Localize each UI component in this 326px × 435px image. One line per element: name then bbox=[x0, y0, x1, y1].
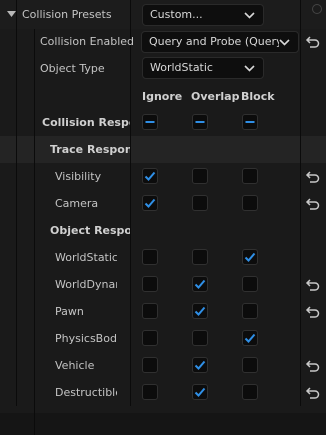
indent-line-2 bbox=[34, 29, 35, 435]
object-response-block-checkbox[interactable] bbox=[242, 249, 258, 265]
object-response-block-checkbox[interactable] bbox=[242, 303, 258, 319]
reset-to-default-icon[interactable] bbox=[305, 385, 321, 401]
object-response-ignore-checkbox[interactable] bbox=[142, 249, 158, 265]
column-separator bbox=[130, 0, 131, 406]
chevron-down-icon bbox=[244, 65, 255, 72]
reset-to-default-icon[interactable] bbox=[305, 277, 321, 293]
object-response-row-label: WorldStatic bbox=[55, 251, 117, 264]
object-response-block-checkbox[interactable] bbox=[242, 276, 258, 292]
object-responses-label: Object Respo bbox=[50, 224, 130, 237]
collision-presets-value: Custom... bbox=[150, 8, 203, 21]
object-response-row-label: Destructible bbox=[55, 386, 117, 399]
collision-presets-dropdown[interactable]: Custom... bbox=[142, 4, 264, 26]
collision-responses-label: Collision Respons bbox=[42, 116, 130, 129]
trace-response-row-label: Camera bbox=[55, 197, 99, 210]
overlap-column-header: Overlap bbox=[191, 90, 240, 103]
collision-responses-ignore-checkbox[interactable] bbox=[142, 114, 158, 130]
object-response-row-label: WorldDynan bbox=[55, 278, 117, 291]
object-response-overlap-checkbox[interactable] bbox=[192, 384, 208, 400]
ignore-column-header: Ignore bbox=[142, 90, 183, 103]
trace-response-overlap-checkbox[interactable] bbox=[192, 168, 208, 184]
indent-line-1 bbox=[16, 0, 17, 406]
object-response-row-label: PhysicsBod bbox=[55, 332, 117, 345]
chevron-down-icon bbox=[244, 12, 255, 19]
trace-response-block-checkbox[interactable] bbox=[242, 195, 258, 211]
object-response-overlap-checkbox[interactable] bbox=[192, 249, 208, 265]
trace-response-block-checkbox[interactable] bbox=[242, 168, 258, 184]
trace-response-ignore-checkbox[interactable] bbox=[142, 168, 158, 184]
object-response-ignore-checkbox[interactable] bbox=[142, 384, 158, 400]
object-response-ignore-checkbox[interactable] bbox=[142, 303, 158, 319]
collision-enabled-label: Collision Enabled bbox=[40, 35, 135, 48]
trace-responses-header-row bbox=[0, 136, 326, 163]
collision-enabled-dropdown[interactable]: Query and Probe (Query bbox=[141, 31, 299, 53]
collision-presets-label: Collision Presets bbox=[22, 8, 112, 21]
object-type-dropdown[interactable]: WorldStatic bbox=[142, 57, 264, 79]
reset-to-default-icon[interactable] bbox=[305, 358, 321, 374]
object-response-ignore-checkbox[interactable] bbox=[142, 276, 158, 292]
reset-to-default-icon[interactable] bbox=[305, 34, 321, 50]
object-response-ignore-checkbox[interactable] bbox=[142, 330, 158, 346]
reset-indicator-icon[interactable] bbox=[312, 4, 322, 14]
object-response-overlap-checkbox[interactable] bbox=[192, 357, 208, 373]
trace-response-ignore-checkbox[interactable] bbox=[142, 195, 158, 211]
collision-responses-block-checkbox[interactable] bbox=[242, 114, 258, 130]
collision-panel: Collision Presets Custom... Collision En… bbox=[0, 0, 326, 435]
trace-responses-label: Trace Respon bbox=[50, 143, 130, 156]
trace-response-row-label: Visibility bbox=[55, 170, 102, 183]
chevron-down-icon bbox=[279, 32, 290, 52]
collapse-arrow-icon[interactable] bbox=[7, 11, 16, 18]
object-type-label: Object Type bbox=[40, 62, 105, 75]
reset-to-default-icon[interactable] bbox=[305, 196, 321, 212]
reset-column-separator bbox=[300, 0, 301, 406]
collision-responses-overlap-checkbox[interactable] bbox=[192, 114, 208, 130]
object-response-ignore-checkbox[interactable] bbox=[142, 357, 158, 373]
object-response-row-label: Pawn bbox=[55, 305, 84, 318]
object-response-overlap-checkbox[interactable] bbox=[192, 276, 208, 292]
object-type-value: WorldStatic bbox=[150, 61, 213, 74]
trace-response-overlap-checkbox[interactable] bbox=[192, 195, 208, 211]
object-response-overlap-checkbox[interactable] bbox=[192, 303, 208, 319]
object-response-block-checkbox[interactable] bbox=[242, 357, 258, 373]
object-response-block-checkbox[interactable] bbox=[242, 330, 258, 346]
object-response-overlap-checkbox[interactable] bbox=[192, 330, 208, 346]
object-response-block-checkbox[interactable] bbox=[242, 384, 258, 400]
response-rows-bg bbox=[0, 163, 326, 413]
block-column-header: Block bbox=[241, 90, 275, 103]
reset-to-default-icon[interactable] bbox=[305, 304, 321, 320]
reset-to-default-icon[interactable] bbox=[305, 169, 321, 185]
collision-enabled-value: Query and Probe (Query bbox=[149, 35, 283, 48]
object-response-row-label: Vehicle bbox=[55, 359, 95, 372]
